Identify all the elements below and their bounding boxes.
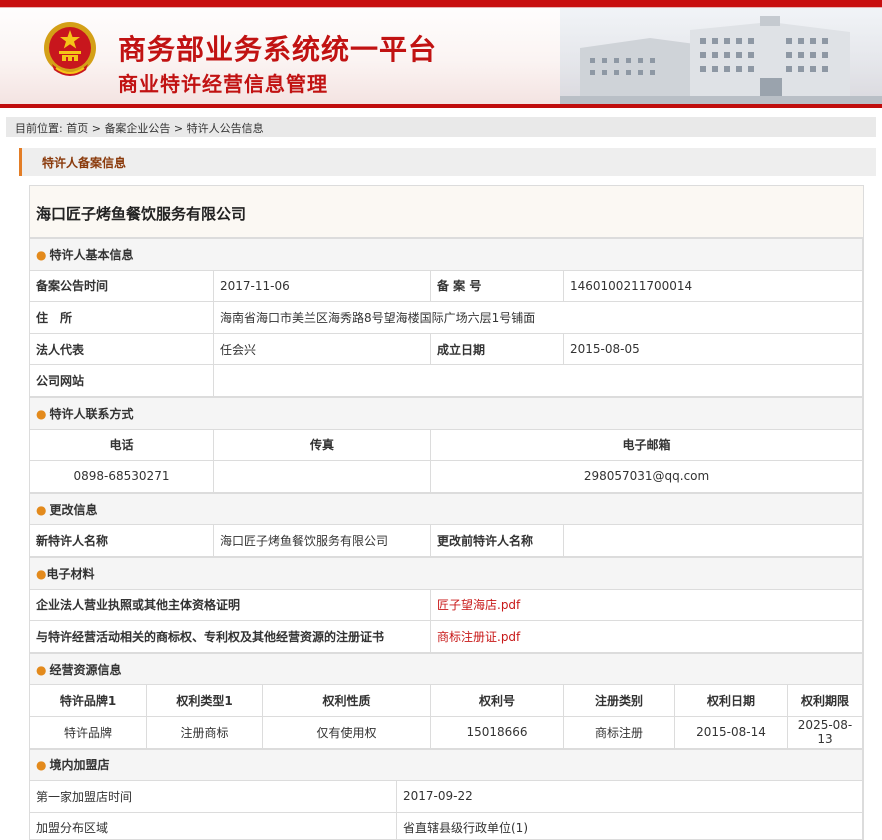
column-header: 注册类别 [563, 684, 675, 717]
phone-value: 0898-68530271 [29, 460, 214, 493]
old-name-value [563, 524, 863, 557]
area-value: 省直辖县级行政单位(1) [396, 811, 863, 840]
stores-table: ● 境内加盟店 第一家加盟店时间 2017-09-22 加盟分布区域 省直辖县级行… [29, 748, 863, 840]
column-header: 权利号 [430, 684, 564, 717]
email-value: 298057031@qq.com [429, 460, 864, 493]
table-cell: 特许品牌 [29, 715, 147, 749]
change-info-table: ● 更改信息 新特许人名称 海口匠子烤鱼餐饮服务有限公司 更改前特许人名称 [29, 492, 863, 557]
first-store-value: 2017-09-22 [396, 780, 863, 813]
breadcrumb-separator: > [88, 122, 105, 135]
ministry-building-image [560, 8, 882, 104]
fax-header: 传真 [213, 428, 431, 462]
group-title-change: 更改信息 [49, 502, 98, 517]
legal-rep-value: 任会兴 [213, 332, 431, 366]
bullet-icon: ● [36, 406, 47, 421]
table-cell: 注册商标 [146, 715, 263, 749]
group-header-basic: ● 特许人基本信息 [29, 238, 863, 271]
website-label: 公司网站 [29, 364, 214, 397]
founded-value: 2015-08-05 [563, 332, 863, 366]
founded-label: 成立日期 [430, 332, 564, 366]
site-banner: 商务部业务系统统一平台 商业特许经营信息管理 [0, 0, 882, 108]
column-header: 特许品牌1 [29, 684, 147, 717]
breadcrumb-home-link[interactable]: 首页 [66, 122, 88, 135]
address-value: 海南省海口市美兰区海秀路8号望海楼国际广场六层1号铺面 [213, 301, 863, 334]
company-name: 海口匠子烤鱼餐饮服务有限公司 [30, 186, 863, 238]
breadcrumb-current: 特许人公告信息 [186, 122, 264, 135]
table-row: 加盟分布区域 省直辖县级行政单位(1) [29, 811, 863, 840]
trademark-label: 与特许经营活动相关的商标权、专利权及其他经营资源的注册证书 [29, 620, 431, 653]
bullet-icon: ● [36, 566, 47, 581]
table-cell: 商标注册 [563, 715, 675, 749]
breadcrumb-separator: > [170, 122, 187, 135]
system-subtitle: 商业特许经营信息管理 [118, 72, 328, 96]
group-header-contact: ● 特许人联系方式 [28, 396, 864, 430]
record-no-value: 1460100211700014 [563, 269, 863, 303]
contact-table: ● 特许人联系方式 电话 传真 电子邮箱 0898-68530271 298057… [28, 396, 864, 493]
table-row: 第一家加盟店时间 2017-09-22 [29, 780, 863, 813]
national-emblem-icon [44, 22, 96, 76]
email-header: 电子邮箱 [429, 428, 864, 462]
table-row: 备案公告时间 2017-11-06 备 案 号 1460100211700014 [29, 269, 863, 303]
bullet-icon: ● [36, 662, 47, 677]
fax-value [213, 460, 431, 493]
table-row: 新特许人名称 海口匠子烤鱼餐饮服务有限公司 更改前特许人名称 [29, 524, 863, 557]
address-label: 住 所 [29, 301, 214, 334]
table-row: 公司网站 [29, 364, 863, 397]
group-header-materials: ●电子材料 [29, 556, 863, 590]
new-name-value: 海口匠子烤鱼餐饮服务有限公司 [213, 524, 431, 557]
group-title-stores: 境内加盟店 [49, 758, 110, 773]
breadcrumb-prefix: 目前位置: [15, 122, 63, 135]
banner-bottom-stripe [0, 104, 882, 108]
section-title: 特许人备案信息 [42, 156, 127, 170]
phone-header: 电话 [29, 428, 214, 462]
bullet-icon: ● [36, 247, 47, 262]
platform-title: 商务部业务系统统一平台 [118, 33, 438, 66]
basic-info-table: ● 特许人基本信息 备案公告时间 2017-11-06 备 案 号 1460100… [29, 238, 863, 397]
group-title-basic: 特许人基本信息 [49, 247, 134, 262]
bullet-icon: ● [36, 502, 47, 517]
column-header: 权利类型1 [146, 684, 263, 717]
table-row: 与特许经营活动相关的商标权、专利权及其他经营资源的注册证书 商标注册证.pdf [29, 620, 863, 653]
group-title-resources: 经营资源信息 [49, 662, 122, 677]
breadcrumb-announcement-link[interactable]: 备案企业公告 [104, 122, 170, 135]
table-row: 住 所 海南省海口市美兰区海秀路8号望海楼国际广场六层1号铺面 [29, 301, 863, 334]
column-header: 权利日期 [674, 684, 788, 717]
column-header: 权利性质 [262, 684, 431, 717]
legal-rep-label: 法人代表 [29, 332, 214, 366]
table-header-row: 电话 传真 电子邮箱 [29, 428, 864, 462]
table-cell: 2025-08-13 [786, 715, 864, 749]
group-header-change: ● 更改信息 [29, 492, 863, 526]
announce-time-value: 2017-11-06 [213, 269, 431, 303]
resources-table: ● 经营资源信息 特许品牌1 权利类型1 权利性质 权利号 注册类别 权利日期 权… [28, 652, 864, 749]
table-row: 0898-68530271 298057031@qq.com [29, 460, 864, 493]
section-header: 特许人备案信息 [19, 148, 876, 176]
old-name-label: 更改前特许人名称 [430, 524, 564, 557]
new-name-label: 新特许人名称 [29, 524, 214, 557]
website-value [213, 364, 863, 397]
banner-top-stripe [0, 0, 882, 7]
column-header: 权利期限 [786, 684, 864, 717]
group-header-resources: ● 经营资源信息 [28, 652, 864, 686]
group-title-materials: 电子材料 [46, 566, 95, 581]
license-file-link[interactable]: 匠子望海店.pdf [437, 598, 520, 612]
table-row: 法人代表 任会兴 成立日期 2015-08-05 [29, 332, 863, 366]
area-label: 加盟分布区域 [29, 811, 397, 840]
first-store-label: 第一家加盟店时间 [29, 780, 397, 813]
franchisor-record-panel: 海口匠子烤鱼餐饮服务有限公司 ● 特许人基本信息 备案公告时间 2017-11-0… [28, 185, 864, 840]
materials-table: ●电子材料 企业法人营业执照或其他主体资格证明 匠子望海店.pdf 与特许经营活… [29, 556, 863, 653]
group-header-stores: ● 境内加盟店 [29, 748, 863, 782]
bullet-icon: ● [36, 758, 47, 773]
breadcrumb: 目前位置: 首页 > 备案企业公告 > 特许人公告信息 [6, 117, 876, 137]
table-cell: 2015-08-14 [674, 715, 788, 749]
announce-time-label: 备案公告时间 [29, 269, 214, 303]
table-row: 特许品牌 注册商标 仅有使用权 15018666 商标注册 2015-08-14… [29, 715, 864, 749]
trademark-file-link[interactable]: 商标注册证.pdf [437, 630, 520, 644]
table-cell: 15018666 [430, 715, 564, 749]
table-header-row: 特许品牌1 权利类型1 权利性质 权利号 注册类别 权利日期 权利期限 [29, 684, 864, 717]
record-no-label: 备 案 号 [430, 269, 564, 303]
license-label: 企业法人营业执照或其他主体资格证明 [29, 588, 431, 622]
table-row: 企业法人营业执照或其他主体资格证明 匠子望海店.pdf [29, 588, 863, 622]
group-title-contact: 特许人联系方式 [49, 406, 134, 421]
table-cell: 仅有使用权 [262, 715, 431, 749]
